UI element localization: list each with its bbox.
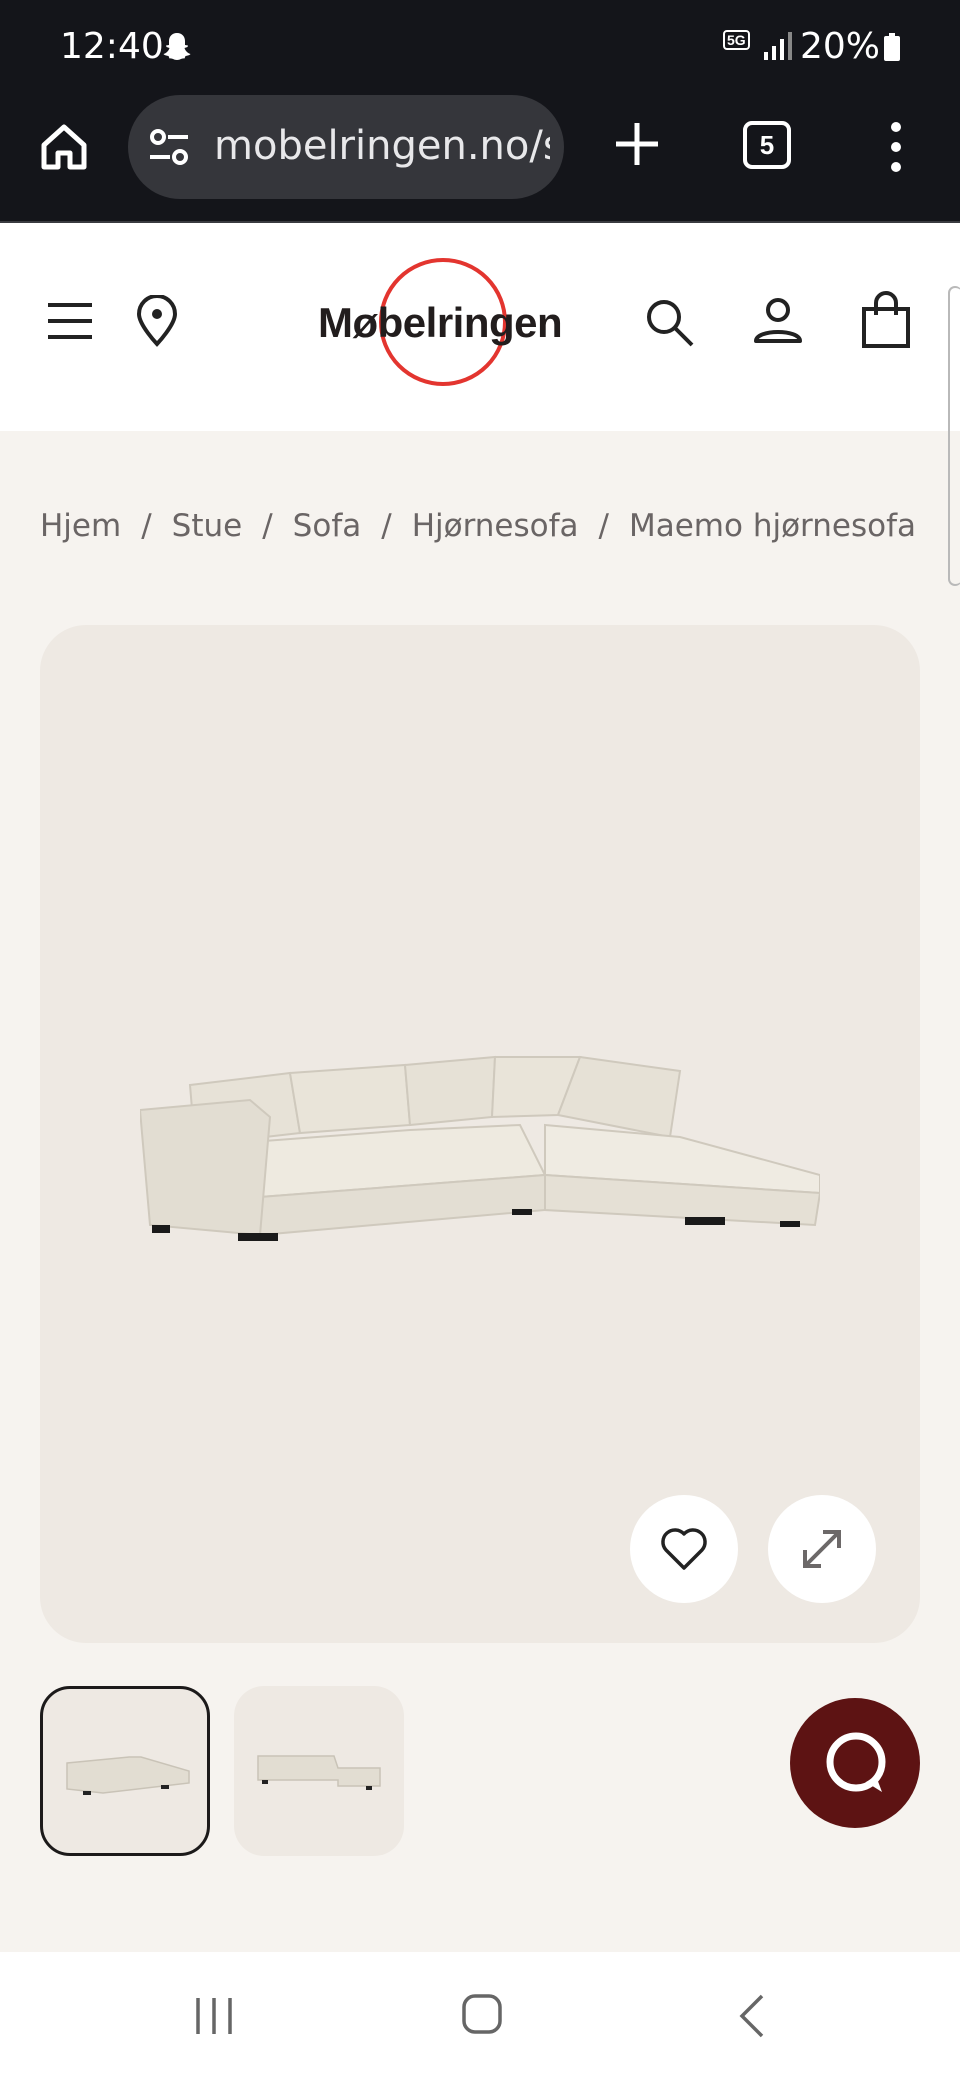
breadcrumb-item-hjornesofa[interactable]: Hjørnesofa [412, 508, 579, 544]
breadcrumb: Hjem / Stue / Sofa / Hjørnesofa / Maemo hjørneso… [40, 508, 916, 544]
product-thumbnail-1[interactable] [40, 1686, 210, 1856]
product-image[interactable] [140, 1025, 820, 1255]
chat-icon [826, 1732, 886, 1792]
breadcrumb-item-hjem[interactable]: Hjem [40, 508, 121, 544]
breadcrumb-separator: / [381, 508, 392, 544]
status-time: 12:40 [60, 26, 164, 67]
expand-image-button[interactable] [768, 1495, 876, 1603]
product-image-gallery[interactable] [40, 625, 920, 1643]
heart-icon [661, 1528, 707, 1570]
tab-switcher-icon[interactable]: 5 [743, 121, 791, 169]
network-badge: 5G [723, 30, 750, 50]
breadcrumb-separator: / [598, 508, 609, 544]
back-icon[interactable] [736, 1992, 766, 2040]
home-button-icon[interactable] [460, 1992, 504, 2036]
cart-bag-icon[interactable] [860, 291, 912, 349]
product-thumbnail-2[interactable] [234, 1686, 404, 1856]
status-bar: 12:40 5G 20% [0, 0, 960, 95]
thumbnail-image [66, 1756, 190, 1795]
url-text[interactable]: mobelringen.no/s [214, 123, 550, 169]
browser-toolbar: mobelringen.no/s 5 [0, 95, 960, 223]
expand-icon [803, 1530, 841, 1568]
system-nav-bar [0, 1952, 960, 2080]
chat-button[interactable] [790, 1698, 920, 1828]
breadcrumb-item-current: Maemo hjørnesofa [628, 508, 916, 544]
scroll-indicator[interactable] [948, 286, 960, 586]
more-icon[interactable] [886, 121, 906, 173]
logo-text: Møbelringen [318, 299, 563, 346]
recent-apps-icon[interactable] [192, 1994, 236, 2038]
snapchat-icon [163, 33, 191, 60]
site-logo[interactable]: Møbelringen [300, 255, 600, 391]
site-header: Møbelringen [0, 223, 960, 431]
menu-icon[interactable] [46, 297, 94, 345]
site-settings-icon[interactable] [148, 127, 190, 167]
battery-percent: 20% [800, 26, 881, 67]
breadcrumb-separator: / [141, 508, 152, 544]
address-bar[interactable]: mobelringen.no/s [128, 95, 564, 199]
thumbnail-image [257, 1755, 381, 1790]
breadcrumb-separator: / [262, 508, 273, 544]
search-icon[interactable] [644, 297, 696, 349]
signal-icon [764, 32, 792, 60]
user-icon[interactable] [752, 297, 804, 347]
battery-icon [884, 33, 900, 61]
location-pin-icon[interactable] [132, 295, 182, 347]
favorite-button[interactable] [630, 1495, 738, 1603]
breadcrumb-item-stue[interactable]: Stue [172, 508, 243, 544]
breadcrumb-item-sofa[interactable]: Sofa [293, 508, 362, 544]
new-tab-icon[interactable] [612, 119, 662, 169]
home-icon[interactable] [38, 121, 90, 173]
